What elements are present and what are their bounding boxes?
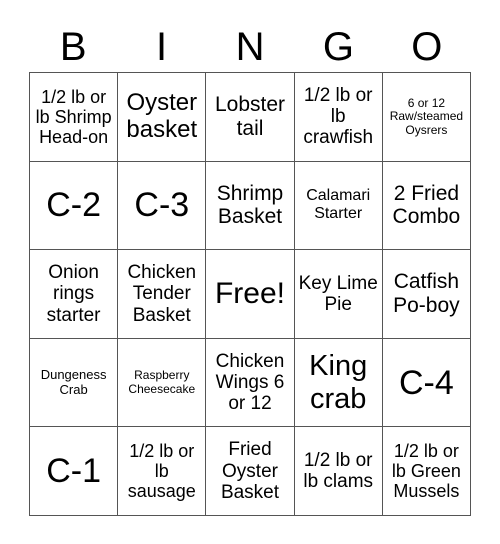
- bingo-cell[interactable]: Chicken Tender Basket: [118, 250, 207, 339]
- header-letter-b: B: [59, 25, 87, 69]
- header-letter-i: I: [156, 25, 168, 69]
- bingo-cell[interactable]: 2 Fried Combo: [382, 161, 471, 251]
- bingo-cell[interactable]: 1/2 lb or lb Shrimp Head-on: [30, 73, 119, 162]
- bingo-cell[interactable]: Onion rings starter: [30, 250, 119, 339]
- bingo-cell[interactable]: 1/2 lb or lb sausage: [118, 427, 207, 516]
- header-letter-n: N: [235, 25, 265, 69]
- bingo-cell[interactable]: Key Lime Pie: [294, 250, 383, 339]
- bingo-cell[interactable]: C-3: [118, 161, 207, 251]
- bingo-cell[interactable]: Lobster tail: [206, 73, 295, 162]
- bingo-cell[interactable]: Oyster basket: [118, 73, 207, 162]
- bingo-cell[interactable]: 1/2 lb or lb crawfish: [294, 73, 383, 162]
- header-letter-o: O: [411, 25, 443, 69]
- bingo-cell[interactable]: Free!: [206, 250, 295, 339]
- bingo-cell[interactable]: 1/2 lb or lb clams: [294, 427, 383, 516]
- header-letter-g: G: [322, 25, 354, 69]
- bingo-cell[interactable]: Shrimp Basket: [206, 161, 295, 251]
- bingo-cell[interactable]: Raspberry Cheesecake: [118, 338, 207, 428]
- bingo-header: B I N G O: [29, 22, 471, 72]
- bingo-cell[interactable]: King crab: [294, 338, 383, 428]
- bingo-cell[interactable]: Dungeness Crab: [30, 338, 119, 428]
- bingo-cell[interactable]: Catfish Po-boy: [382, 250, 471, 339]
- bingo-cell[interactable]: Calamari Starter: [294, 161, 383, 251]
- bingo-cell[interactable]: C-2: [30, 161, 119, 251]
- bingo-grid: 1/2 lb or lb Shrimp Head-on Oyster basket…: [29, 72, 471, 516]
- bingo-cell[interactable]: 1/2 lb or lb Green Mussels: [382, 427, 471, 516]
- bingo-cell[interactable]: C-4: [382, 338, 471, 428]
- bingo-cell[interactable]: 6 or 12 Raw/steamed Oysrers: [382, 73, 471, 162]
- bingo-cell[interactable]: Chicken Wings 6 or 12: [206, 338, 295, 428]
- bingo-cell[interactable]: C-1: [30, 427, 119, 516]
- bingo-cell[interactable]: Fried Oyster Basket: [206, 427, 295, 516]
